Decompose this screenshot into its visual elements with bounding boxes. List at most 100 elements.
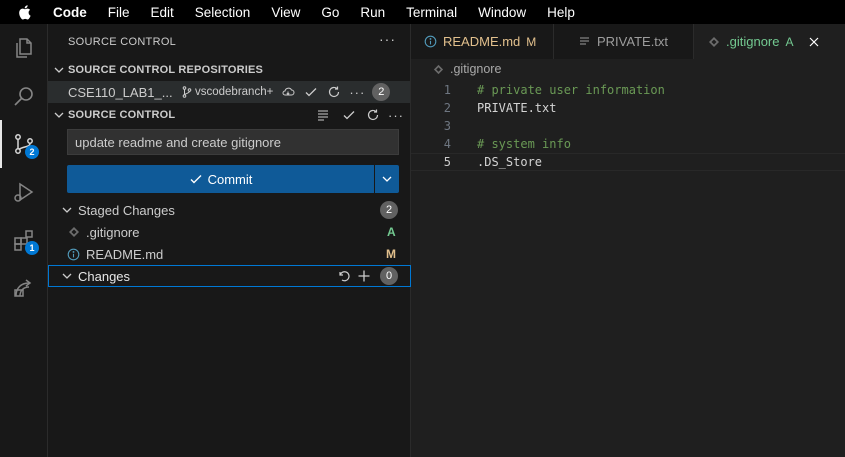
line-number: 4 [443, 137, 451, 151]
commit-check-icon[interactable] [304, 85, 318, 99]
staged-file-readme[interactable]: README.md M [48, 243, 410, 265]
staged-count-badge: 2 [380, 201, 398, 219]
chevron-down-icon [62, 207, 72, 213]
breadcrumb-file: .gitignore [450, 62, 502, 76]
repositories-section-title: SOURCE CONTROL REPOSITORIES [68, 64, 264, 76]
code-line: 2 PRIVATE.txt [411, 99, 845, 117]
staged-file-gitignore[interactable]: .gitignore A [48, 221, 410, 243]
source-control-section-header[interactable]: SOURCE CONTROL ··· [48, 104, 410, 126]
activity-search[interactable] [0, 72, 48, 120]
close-icon[interactable] [808, 36, 820, 48]
tab-label: .gitignore [726, 34, 780, 49]
menu-window[interactable]: Window [478, 5, 526, 20]
file-status-modified: M [386, 247, 396, 261]
code-line: 3 [411, 117, 845, 135]
menu-selection[interactable]: Selection [195, 5, 251, 20]
line-number: 2 [443, 101, 451, 115]
source-control-badge: 2 [25, 145, 39, 159]
staged-changes-group[interactable]: Staged Changes 2 [48, 199, 410, 221]
search-icon [14, 87, 33, 106]
line-text: # private user information [477, 83, 665, 97]
discard-changes-icon[interactable] [337, 269, 351, 283]
run-debug-icon [14, 182, 34, 202]
commit-button[interactable]: Commit [67, 165, 374, 193]
tab-status: M [526, 34, 537, 49]
gitignore-file-icon [709, 36, 719, 47]
commit-message-input[interactable]: update readme and create gitignore [67, 129, 399, 155]
repositories-section-header[interactable]: SOURCE CONTROL REPOSITORIES [48, 59, 410, 81]
text-file-icon [580, 37, 589, 45]
staged-changes-label: Staged Changes [78, 202, 175, 218]
tab-gitignore[interactable]: .gitignore A [694, 24, 845, 59]
menu-bar: Code File Edit Selection View Go Run Ter… [0, 0, 845, 24]
cloud-sync-icon[interactable] [281, 85, 295, 99]
tab-readme[interactable]: README.md M [411, 24, 554, 59]
activity-source-control[interactable]: 2 [0, 120, 48, 168]
activity-explorer[interactable] [0, 24, 48, 72]
file-name: README.md [86, 246, 164, 262]
menu-help[interactable]: Help [547, 5, 575, 20]
repository-count-badge: 2 [372, 83, 391, 101]
chevron-down-icon [54, 67, 64, 73]
changes-group[interactable]: Changes 0 [48, 265, 411, 287]
remote-explorer-icon [14, 279, 32, 297]
line-text: PRIVATE.txt [477, 101, 557, 115]
activity-bar: 2 1 [0, 24, 48, 457]
editor-tabs: README.md M PRIVATE.txt .gitignore A [411, 24, 845, 59]
menu-view[interactable]: View [271, 5, 300, 20]
tab-status: A [785, 34, 794, 49]
menu-file[interactable]: File [108, 5, 130, 20]
menu-run[interactable]: Run [360, 5, 385, 20]
source-control-sidebar: SOURCE CONTROL ··· SOURCE CONTROL REPOSI… [48, 24, 411, 457]
file-name: .gitignore [86, 224, 140, 240]
changes-count-badge: 0 [380, 267, 398, 285]
repository-more-icon[interactable]: ··· [349, 85, 365, 100]
sidebar-title: SOURCE CONTROL [68, 36, 177, 48]
info-icon [424, 35, 437, 48]
activity-remote-explorer[interactable] [0, 264, 48, 312]
commit-dropdown-button[interactable] [375, 165, 399, 193]
chevron-down-icon [382, 176, 392, 182]
apple-icon[interactable] [17, 4, 31, 20]
code-line-current: 5 .DS_Store [411, 153, 845, 171]
tab-private[interactable]: PRIVATE.txt [554, 24, 694, 59]
more-actions-icon[interactable]: ··· [388, 108, 404, 123]
gitignore-file-icon [433, 64, 444, 74]
commit-button-label: Commit [207, 171, 253, 187]
menu-edit[interactable]: Edit [151, 5, 174, 20]
gitignore-file-icon [69, 227, 79, 237]
git-branch-icon [182, 86, 192, 98]
tab-label: README.md [443, 34, 521, 49]
extensions-badge: 1 [25, 241, 39, 255]
commit-check-icon[interactable] [342, 108, 356, 122]
branch-name[interactable]: vscodebranch+ [195, 86, 273, 98]
menu-go[interactable]: Go [321, 5, 339, 20]
code-line: 4 # system info [411, 135, 845, 153]
stage-all-plus-icon[interactable] [357, 269, 371, 283]
menu-code[interactable]: Code [53, 5, 87, 20]
check-icon [190, 175, 202, 184]
changes-label: Changes [78, 268, 131, 284]
files-icon [16, 38, 32, 58]
activity-extensions[interactable]: 1 [0, 216, 48, 264]
file-status-added: A [387, 225, 396, 239]
line-number: 3 [443, 119, 451, 133]
chevron-down-icon [54, 112, 64, 118]
activity-run-debug[interactable] [0, 168, 48, 216]
repository-name: CSE110_LAB1_... [68, 84, 173, 100]
repository-row[interactable]: CSE110_LAB1_... vscodebranch+ ··· 2 [48, 81, 410, 103]
refresh-icon[interactable] [327, 85, 341, 99]
menu-terminal[interactable]: Terminal [406, 5, 457, 20]
view-as-list-icon[interactable] [316, 108, 330, 122]
info-icon [67, 248, 80, 260]
line-text: .DS_Store [477, 155, 543, 169]
source-control-section-title: SOURCE CONTROL [68, 109, 176, 121]
breadcrumb[interactable]: .gitignore [433, 62, 501, 76]
line-number: 5 [443, 155, 451, 169]
refresh-icon[interactable] [366, 108, 380, 122]
line-number: 1 [443, 83, 451, 97]
chevron-down-icon [62, 273, 72, 279]
sidebar-more-actions-button[interactable]: ··· [379, 31, 396, 47]
line-text: # system info [477, 137, 571, 151]
tab-label: PRIVATE.txt [597, 34, 669, 49]
